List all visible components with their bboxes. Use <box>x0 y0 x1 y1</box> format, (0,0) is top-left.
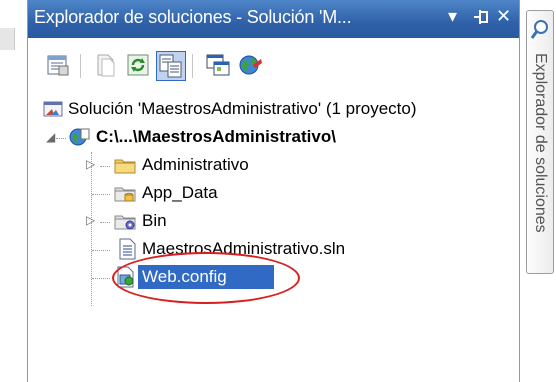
tree-node-solution[interactable]: Solución 'MaestrosAdministrativo' (1 pro… <box>28 96 519 122</box>
left-panel-stub <box>0 28 15 50</box>
web-configuration-button[interactable] <box>236 51 266 81</box>
tree-connector <box>92 278 110 279</box>
ide-left-edge <box>0 0 27 382</box>
nest-related-files-button[interactable] <box>156 51 186 81</box>
window-position-dropdown-icon[interactable]: ▾ <box>448 6 457 28</box>
configure-icon <box>239 55 262 75</box>
panel-title: Explorador de soluciones - Solución 'M..… <box>34 7 352 27</box>
tree-item-label: Administrativo <box>142 155 249 174</box>
view-designer-icon <box>206 54 230 76</box>
tree-item-label: Bin <box>142 211 167 230</box>
solution-explorer-toolbar <box>28 38 519 94</box>
show-all-files-button[interactable] <box>92 51 122 81</box>
tree-node-administrativo[interactable]: ▷ Administrativo <box>28 152 519 178</box>
tree-connector <box>100 166 110 167</box>
properties-icon <box>47 55 69 76</box>
toolbar-separator <box>192 54 193 78</box>
solution-label: Solución 'MaestrosAdministrativo' (1 pro… <box>68 99 417 118</box>
show-all-files-icon <box>97 54 115 77</box>
view-designer-button[interactable] <box>204 51 234 81</box>
tree-node-project[interactable]: ◢ C:\...\MaestrosAdministrativo\ <box>28 124 519 150</box>
properties-button[interactable] <box>44 51 74 81</box>
solution-file-icon <box>119 238 136 260</box>
toolbar-separator <box>80 54 81 78</box>
solution-icon <box>43 101 63 117</box>
side-tab-label: Explorador de soluciones <box>532 53 549 233</box>
solution-explorer-side-tab[interactable]: Explorador de soluciones <box>526 10 554 274</box>
tree-connector <box>92 250 110 251</box>
annotation-ellipse <box>112 252 300 304</box>
side-tab-strip: Explorador de soluciones <box>520 10 556 382</box>
expand-arrow-icon[interactable]: ▷ <box>86 213 95 227</box>
tree-connector <box>100 222 110 223</box>
project-label: C:\...\MaestrosAdministrativo\ <box>96 127 336 146</box>
tree-node-app-data[interactable]: App_Data <box>28 180 519 206</box>
panel-title-bar[interactable]: Explorador de soluciones - Solución 'M..… <box>28 0 519 38</box>
refresh-icon <box>127 54 149 76</box>
close-icon[interactable]: ✕ <box>496 6 511 28</box>
solution-explorer-tab-icon <box>530 20 548 39</box>
solution-explorer-panel: Explorador de soluciones - Solución 'M..… <box>27 0 520 382</box>
tree-connector <box>92 194 110 195</box>
bin-folder-icon <box>114 215 136 230</box>
expand-arrow-icon[interactable]: ▷ <box>86 157 95 171</box>
solution-tree: Solución 'MaestrosAdministrativo' (1 pro… <box>28 94 519 382</box>
tree-node-bin[interactable]: ▷ Bin <box>28 208 519 234</box>
collapse-arrow-icon[interactable]: ◢ <box>46 130 55 144</box>
nest-related-files-icon <box>159 54 182 78</box>
web-project-icon <box>69 128 90 146</box>
auto-hide-pin-icon[interactable] <box>472 6 490 32</box>
tree-connector <box>56 138 66 139</box>
refresh-button[interactable] <box>124 51 154 81</box>
tree-node-sln-file[interactable]: MaestrosAdministrativo.sln <box>28 236 519 262</box>
folder-icon <box>114 159 136 174</box>
tree-item-label: App_Data <box>142 183 218 202</box>
app-data-folder-icon <box>114 187 136 202</box>
